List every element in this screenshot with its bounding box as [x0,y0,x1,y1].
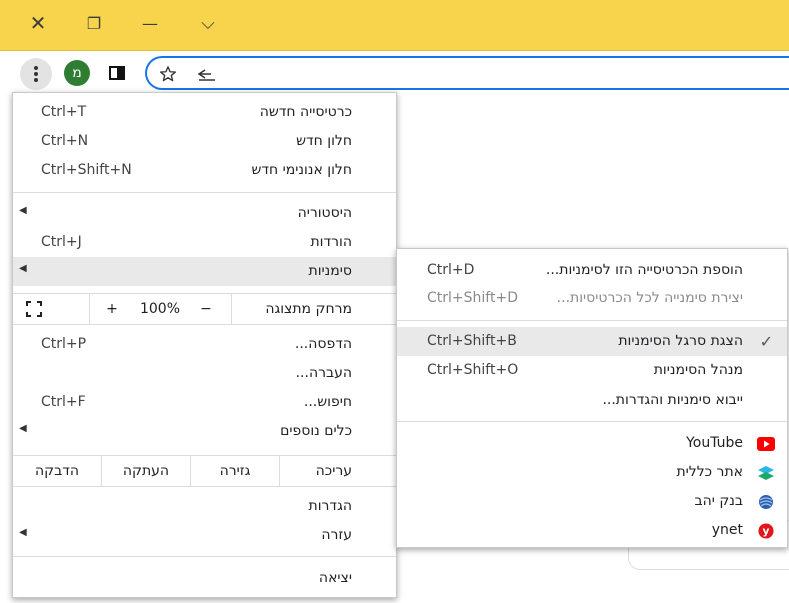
browser-toolbar: מ [0,51,789,95]
zoom-divider [231,294,232,324]
menu-item-label: הדפסה... [294,336,352,352]
bookmark-youtube[interactable]: YouTube [397,429,787,458]
menu-button[interactable] [20,58,52,90]
menu-item-bookmarks[interactable]: ◀ סימניות [13,257,396,286]
submenu-arrow-icon: ◀ [19,263,27,274]
fullscreen-icon[interactable] [13,294,55,324]
menu-item-new-window[interactable]: חלון חדש Ctrl+N [13,127,396,156]
checkmark-icon: ✓ [759,332,773,351]
submenu-arrow-icon: ◀ [19,205,27,216]
main-menu: כרטיסייה חדשה Ctrl+T חלון חדש Ctrl+N חלו… [12,92,397,598]
youtube-icon [757,437,775,451]
edit-divider [279,456,280,486]
zoom-row: + 100% − מרחק מתצוגה [13,293,396,325]
paste-button[interactable]: הדבקה [13,456,101,486]
menu-item-label: הצגת סרגל הסימניות [618,333,743,349]
submenu-item-bookmark-manager[interactable]: מנהל הסימניות Ctrl+Shift+O [397,356,787,385]
bookmarks-submenu: הוספת הכרטיסייה הזו לסימניות... Ctrl+D י… [396,248,788,548]
menu-item-label: כלים נוספים [280,423,352,439]
menu-item-label: כרטיסייה חדשה [259,104,352,120]
cut-button[interactable]: גזירה [191,456,279,486]
svg-text:y: y [763,525,770,538]
menu-separator [397,320,787,321]
profile-avatar[interactable]: מ [64,60,90,86]
menu-item-label: חיפוש... [303,394,352,410]
menu-item-label: סימניות [308,263,352,279]
menu-item-label: מנהל הסימניות [653,362,743,378]
zoom-label: מרחק מתצוגה [265,301,352,317]
menu-item-downloads[interactable]: הורדות Ctrl+J [13,228,396,257]
menu-item-shortcut: Ctrl+Shift+D [427,290,518,306]
menu-item-label: YouTube [686,435,743,451]
menu-item-exit[interactable]: יציאה [13,564,396,593]
menu-item-history[interactable]: ◀ היסטוריה [13,199,396,228]
menu-item-shortcut: Ctrl+J [41,234,82,250]
close-icon[interactable]: ✕ [16,7,60,39]
share-icon[interactable] [197,66,217,82]
menu-item-label: חלון אנונימי חדש [251,162,353,178]
bookmark-clalit[interactable]: אתר כללית [397,458,787,487]
submenu-item-bookmark-tab[interactable]: הוספת הכרטיסייה הזו לסימניות... Ctrl+D [397,256,787,285]
menu-item-new-tab[interactable]: כרטיסייה חדשה Ctrl+T [13,98,396,127]
menu-item-find[interactable]: חיפוש... Ctrl+F [13,388,396,417]
zoom-divider [89,294,90,324]
menu-separator [397,421,787,422]
ynet-icon: y [758,523,774,539]
edit-label: עריכה [315,463,352,479]
menu-item-cast[interactable]: העברה... [13,359,396,388]
bank-yahav-icon [759,495,773,509]
kebab-icon [34,66,38,82]
zoom-in-button[interactable]: + [99,294,125,324]
menu-item-label: ייבוא סימניות והגדרות... [602,392,743,408]
bookmark-ynet[interactable]: y ynet [397,516,787,545]
submenu-item-bookmark-all[interactable]: יצירת סימנייה לכל הכרטיסיות... Ctrl+Shif… [397,284,787,313]
menu-item-label: ynet [711,522,743,538]
address-bar[interactable] [145,56,789,90]
side-panel-icon[interactable] [109,66,125,80]
zoom-out-button[interactable]: − [193,294,219,324]
menu-item-shortcut: Ctrl+Shift+B [427,333,517,349]
submenu-item-import[interactable]: ייבוא סימניות והגדרות... [397,386,787,415]
menu-item-shortcut: Ctrl+Shift+O [427,362,519,378]
edit-row: הדבקה העתקה גזירה עריכה [13,455,396,487]
menu-item-label: הורדות [310,234,352,250]
menu-item-settings[interactable]: הגדרות [13,492,396,521]
clalit-icon [758,466,774,480]
menu-separator [13,192,396,193]
menu-item-shortcut: Ctrl+F [41,394,86,410]
menu-item-shortcut: Ctrl+N [41,133,89,149]
menu-item-label: העברה... [295,365,352,381]
menu-item-label: אתר כללית [676,464,743,480]
menu-item-label: היסטוריה [297,205,352,221]
restore-icon[interactable]: ❐ [72,7,116,39]
title-bar: ✕ ❐ — ⌵ [0,0,789,51]
menu-item-incognito[interactable]: חלון אנונימי חדש Ctrl+Shift+N [13,156,396,185]
menu-separator [13,556,396,557]
copy-button[interactable]: העתקה [102,456,190,486]
menu-item-help[interactable]: ◀ עזרה [13,521,396,550]
menu-item-shortcut: Ctrl+Shift+N [41,162,132,178]
submenu-item-show-bookmarks-bar[interactable]: ✓ הצגת סרגל הסימניות Ctrl+Shift+B [397,327,787,356]
menu-item-label: בנק יהב [694,493,743,509]
menu-item-label: הוספת הכרטיסייה הזו לסימניות... [545,262,743,278]
menu-item-label: יצירת סימנייה לכל הכרטיסיות... [556,290,743,306]
menu-item-label: עזרה [321,527,352,543]
bookmark-bank-yahav[interactable]: בנק יהב [397,487,787,516]
menu-item-shortcut: Ctrl+T [41,104,87,120]
menu-item-more-tools[interactable]: ◀ כלים נוספים [13,417,396,446]
menu-item-label: חלון חדש [296,133,352,149]
menu-item-label: הגדרות [308,498,352,514]
minimize-icon[interactable]: — [128,7,172,39]
chevron-down-icon[interactable]: ⌵ [186,7,230,39]
submenu-arrow-icon: ◀ [19,527,27,538]
zoom-value: 100% [139,301,181,317]
menu-item-shortcut: Ctrl+D [427,262,475,278]
menu-item-label: יציאה [318,570,352,586]
menu-item-shortcut: Ctrl+P [41,336,87,352]
menu-item-print[interactable]: הדפסה... Ctrl+P [13,330,396,359]
submenu-arrow-icon: ◀ [19,423,27,434]
star-icon[interactable] [159,65,177,83]
